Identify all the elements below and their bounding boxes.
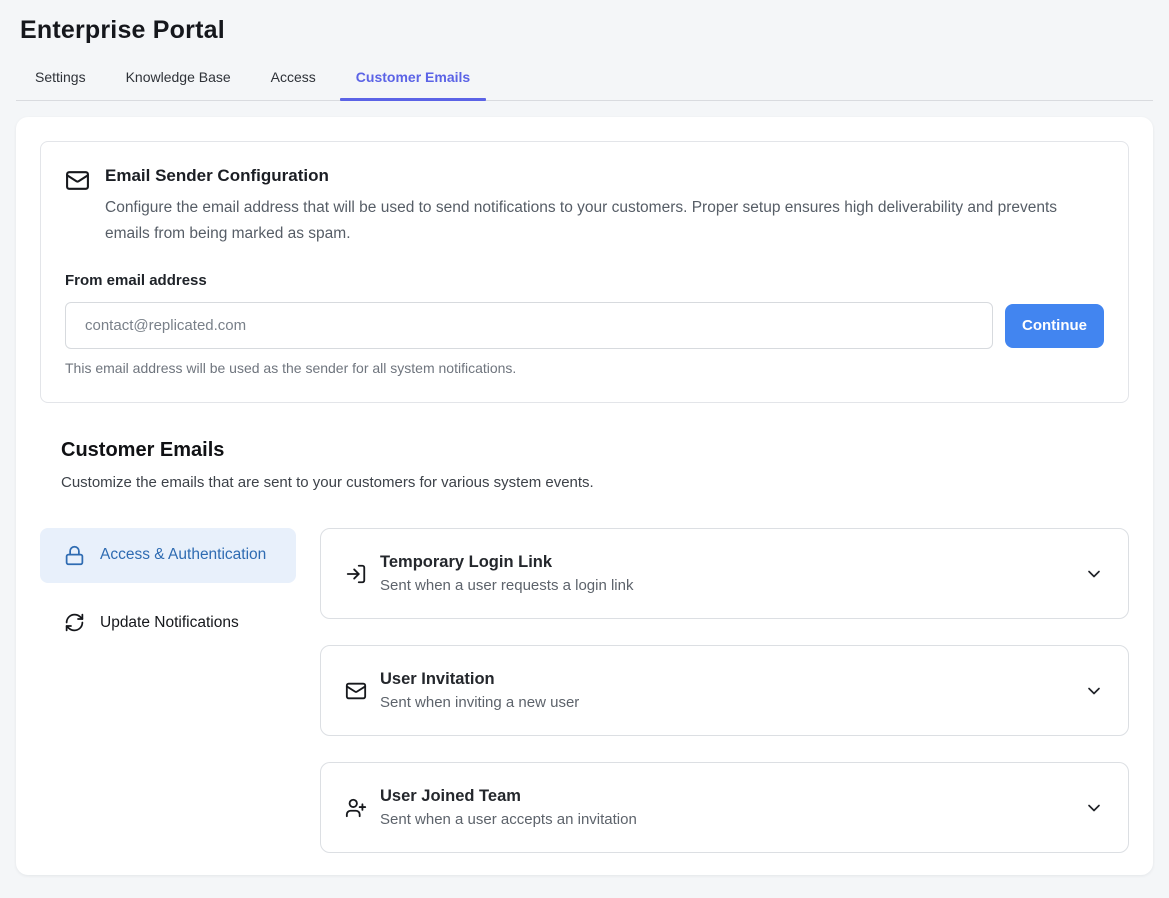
mail-icon bbox=[345, 680, 367, 702]
email-category-sidebar: Access & Authentication Update Notificat… bbox=[40, 528, 296, 853]
main-panel: Email Sender Configuration Configure the… bbox=[16, 117, 1153, 875]
chevron-down-icon[interactable] bbox=[1084, 798, 1104, 818]
sidebar-item-update-notifications[interactable]: Update Notifications bbox=[40, 596, 296, 650]
tab-settings[interactable]: Settings bbox=[19, 59, 102, 100]
email-card-user-invitation[interactable]: User Invitation Sent when inviting a new… bbox=[320, 645, 1129, 736]
email-card-text: User Joined Team Sent when a user accept… bbox=[380, 787, 1071, 828]
config-card-text: Email Sender Configuration Configure the… bbox=[105, 166, 1095, 246]
email-card-temporary-login-link[interactable]: Temporary Login Link Sent when a user re… bbox=[320, 528, 1129, 619]
email-template-list: Temporary Login Link Sent when a user re… bbox=[320, 528, 1129, 853]
email-card-title: User Joined Team bbox=[380, 787, 1071, 806]
email-card-description: Sent when a user requests a login link bbox=[380, 577, 1071, 594]
email-sender-configuration-card: Email Sender Configuration Configure the… bbox=[40, 141, 1129, 403]
email-card-description: Sent when inviting a new user bbox=[380, 694, 1071, 711]
email-card-text: User Invitation Sent when inviting a new… bbox=[380, 670, 1071, 711]
sidebar-item-label: Update Notifications bbox=[100, 612, 239, 634]
email-card-description: Sent when a user accepts an invitation bbox=[380, 811, 1071, 828]
page-header: Enterprise Portal Settings Knowledge Bas… bbox=[0, 0, 1169, 101]
sidebar-item-label: Access & Authentication bbox=[100, 544, 266, 566]
email-helper-text: This email address will be used as the s… bbox=[65, 360, 1104, 376]
user-plus-icon bbox=[345, 797, 367, 819]
config-card-description: Configure the email address that will be… bbox=[105, 195, 1095, 246]
tab-bar: Settings Knowledge Base Access Customer … bbox=[16, 59, 1153, 101]
continue-button[interactable]: Continue bbox=[1005, 304, 1104, 348]
tab-access[interactable]: Access bbox=[255, 59, 332, 100]
customer-emails-subtitle: Customize the emails that are sent to yo… bbox=[61, 474, 1129, 491]
customer-emails-heading: Customer Emails bbox=[61, 439, 1129, 462]
config-card-header: Email Sender Configuration Configure the… bbox=[65, 166, 1104, 246]
config-card-title: Email Sender Configuration bbox=[105, 166, 1095, 186]
email-card-title: User Invitation bbox=[380, 670, 1071, 689]
customer-emails-body: Access & Authentication Update Notificat… bbox=[40, 528, 1129, 853]
chevron-down-icon[interactable] bbox=[1084, 681, 1104, 701]
lock-icon bbox=[64, 545, 85, 566]
sidebar-item-access-authentication[interactable]: Access & Authentication bbox=[40, 528, 296, 582]
mail-icon bbox=[65, 168, 90, 193]
email-input-row: Continue bbox=[65, 302, 1104, 349]
from-email-label: From email address bbox=[65, 272, 1104, 289]
from-email-input[interactable] bbox=[65, 302, 993, 349]
email-card-text: Temporary Login Link Sent when a user re… bbox=[380, 553, 1071, 594]
refresh-icon bbox=[64, 612, 85, 633]
chevron-down-icon[interactable] bbox=[1084, 564, 1104, 584]
login-icon bbox=[345, 563, 367, 585]
email-card-user-joined-team[interactable]: User Joined Team Sent when a user accept… bbox=[320, 762, 1129, 853]
tab-knowledge-base[interactable]: Knowledge Base bbox=[110, 59, 247, 100]
tab-customer-emails[interactable]: Customer Emails bbox=[340, 59, 486, 100]
email-card-title: Temporary Login Link bbox=[380, 553, 1071, 572]
page-title: Enterprise Portal bbox=[20, 16, 1149, 45]
